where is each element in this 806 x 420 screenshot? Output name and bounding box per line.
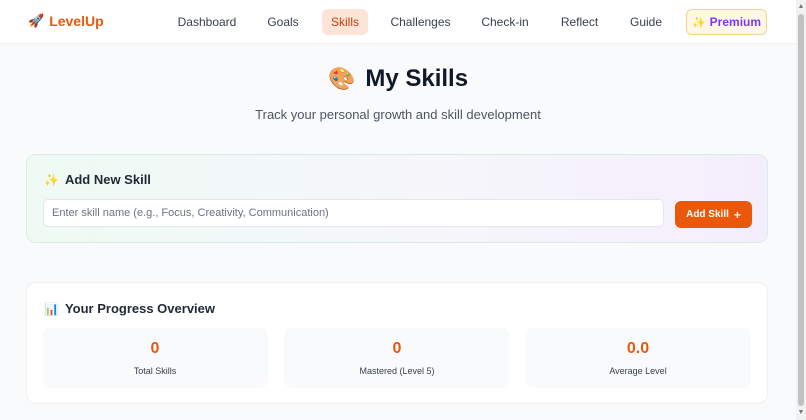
sparkles-icon: ✨ xyxy=(44,172,59,187)
premium-button[interactable]: ✨ Premium xyxy=(686,9,767,35)
scrollbar-thumb[interactable] xyxy=(798,14,804,406)
add-skill-card: ✨ Add New Skill Add Skill + xyxy=(26,154,768,243)
vertical-scrollbar[interactable]: ▲ ▼ xyxy=(796,0,806,420)
add-skill-button-label: Add Skill xyxy=(686,209,729,220)
logo[interactable]: 🚀 LevelUp xyxy=(28,13,104,29)
scroll-up-icon[interactable]: ▲ xyxy=(797,2,805,12)
stat-label: Average Level xyxy=(609,366,667,376)
progress-heading-text: Your Progress Overview xyxy=(64,301,215,316)
page-title: 🎨 My Skills xyxy=(0,64,796,94)
stat-value: 0 xyxy=(392,340,402,357)
plus-icon: + xyxy=(733,207,741,222)
palette-icon: 🎨 xyxy=(327,66,356,91)
nav-item-challenges[interactable]: Challenges xyxy=(385,9,456,35)
progress-overview-card: 📊 Your Progress Overview 0 Total Skills … xyxy=(26,282,768,404)
sparkles-icon: ✨ xyxy=(691,16,706,29)
stat-label: Total Skills xyxy=(133,366,177,376)
rocket-icon: 🚀 xyxy=(28,13,45,28)
logo-text: LevelUp xyxy=(49,13,104,29)
top-nav: 🚀 LevelUp Dashboard Goals Skills Challen… xyxy=(0,0,796,44)
stat-mastered: 0 Mastered (Level 5) xyxy=(284,328,510,388)
skill-name-input[interactable] xyxy=(43,199,664,227)
page: 🚀 LevelUp Dashboard Goals Skills Challen… xyxy=(0,0,806,420)
scroll-down-icon[interactable]: ▼ xyxy=(797,408,805,418)
add-skill-heading-text: Add New Skill xyxy=(64,172,151,187)
nav-item-goals[interactable]: Goals xyxy=(261,9,305,35)
nav-item-skills[interactable]: Skills xyxy=(322,9,368,35)
bar-chart-icon: 📊 xyxy=(44,301,59,316)
nav-item-guide[interactable]: Guide xyxy=(623,9,669,35)
premium-label: Premium xyxy=(709,15,762,29)
nav-item-check-in[interactable]: Check-in xyxy=(474,9,536,35)
page-subtitle: Track your personal growth and skill dev… xyxy=(255,107,541,122)
nav-item-dashboard[interactable]: Dashboard xyxy=(171,9,243,35)
stat-total-skills: 0 Total Skills xyxy=(42,328,268,388)
stat-label: Mastered (Level 5) xyxy=(359,366,435,376)
add-skill-heading: ✨ Add New Skill xyxy=(44,172,151,187)
nav-item-reflect[interactable]: Reflect xyxy=(553,9,606,35)
stat-value: 0 xyxy=(150,340,160,357)
stat-average-level: 0.0 Average Level xyxy=(525,328,751,388)
page-title-text: My Skills xyxy=(365,65,469,92)
add-skill-button[interactable]: Add Skill + xyxy=(675,201,752,228)
stat-value: 0.0 xyxy=(626,340,650,357)
progress-heading: 📊 Your Progress Overview xyxy=(44,301,215,316)
